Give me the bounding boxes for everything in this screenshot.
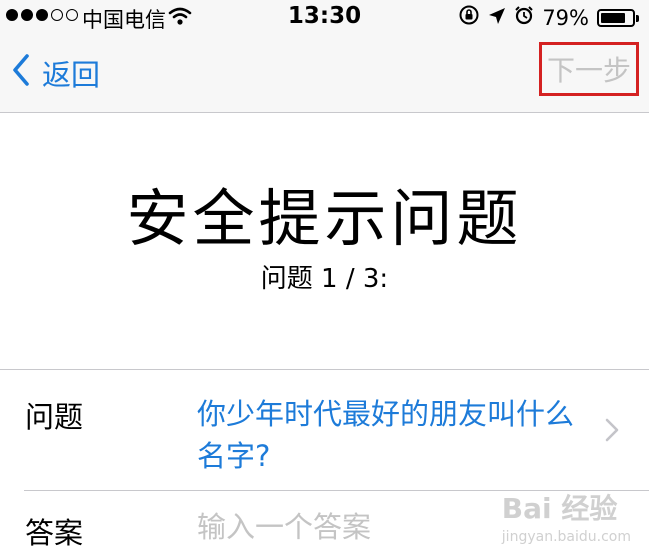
status-bar: 中国电信 13:30 79% bbox=[0, 0, 649, 34]
status-right-group: 79% bbox=[458, 4, 639, 31]
chevron-left-icon bbox=[12, 53, 30, 93]
rotation-lock-icon bbox=[458, 4, 480, 31]
question-counter: 问题 1 / 3: bbox=[260, 264, 389, 294]
battery-percent: 79% bbox=[542, 5, 589, 30]
divider bbox=[0, 369, 649, 370]
security-question-screen: 中国电信 13:30 79% 返回 下一步 安全提示问题 问题 1 / 3: 问… bbox=[0, 0, 649, 551]
next-label: 下一步 bbox=[546, 54, 631, 87]
location-arrow-icon bbox=[488, 6, 506, 30]
watermark-url: jingyan.baidu.com bbox=[501, 529, 631, 545]
top-bar: 中国电信 13:30 79% 返回 下一步 bbox=[0, 0, 649, 113]
question-label: 问题 bbox=[25, 400, 84, 434]
answer-label: 答案 bbox=[25, 516, 84, 550]
chevron-right-icon[interactable] bbox=[605, 418, 619, 446]
navigation-bar: 返回 下一步 bbox=[0, 34, 649, 112]
battery-tip bbox=[636, 14, 639, 22]
next-button[interactable]: 下一步 bbox=[539, 42, 639, 96]
back-button[interactable]: 返回 bbox=[12, 52, 100, 94]
watermark-brand: Bai 经验 bbox=[501, 492, 618, 525]
back-label: 返回 bbox=[42, 58, 101, 92]
watermark: Bai 经验 jingyan.baidu.com bbox=[502, 487, 631, 545]
alarm-icon bbox=[514, 5, 534, 30]
battery-fill bbox=[601, 12, 625, 23]
battery-icon bbox=[597, 8, 639, 27]
page-title: 安全提示问题 bbox=[126, 182, 523, 255]
question-select[interactable]: 你少年时代最好的朋友叫什么名字? bbox=[197, 393, 577, 477]
